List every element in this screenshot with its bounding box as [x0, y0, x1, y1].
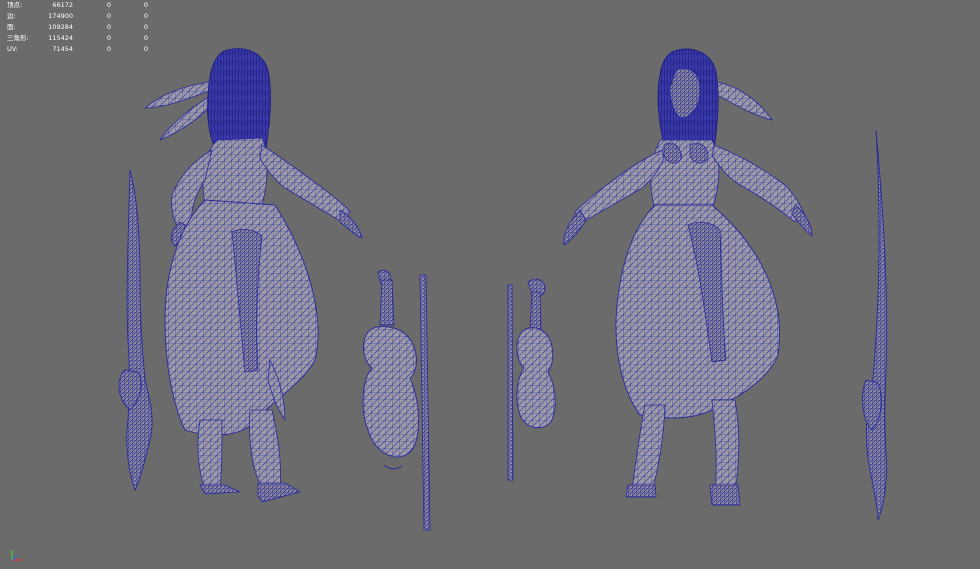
hand-right — [339, 209, 363, 239]
violin-bow-front — [419, 274, 431, 531]
shoe-right — [257, 482, 302, 503]
axis-gizmo-icon — [11, 550, 22, 561]
staff-left — [118, 169, 153, 492]
torso-back — [202, 137, 268, 206]
character-front-view — [563, 48, 813, 506]
3d-viewport[interactable]: 顶点: 66172 0 0 边: 174900 0 0 面: 109284 0 … — [0, 0, 980, 569]
character-back-view — [143, 48, 363, 503]
violin-side — [507, 278, 556, 481]
leg-right-front — [711, 399, 740, 493]
shoe-left — [199, 484, 241, 495]
leg-left — [197, 419, 223, 491]
shoe-left-front — [625, 484, 657, 498]
wireframe-scene — [118, 48, 888, 531]
arm-right-front — [711, 144, 806, 223]
leg-left-front — [631, 404, 666, 493]
shoe-right-front — [709, 484, 741, 506]
violin-front — [362, 270, 420, 470]
staff-right — [862, 129, 888, 521]
hand-left-front — [563, 209, 587, 246]
leg-right — [249, 409, 281, 489]
